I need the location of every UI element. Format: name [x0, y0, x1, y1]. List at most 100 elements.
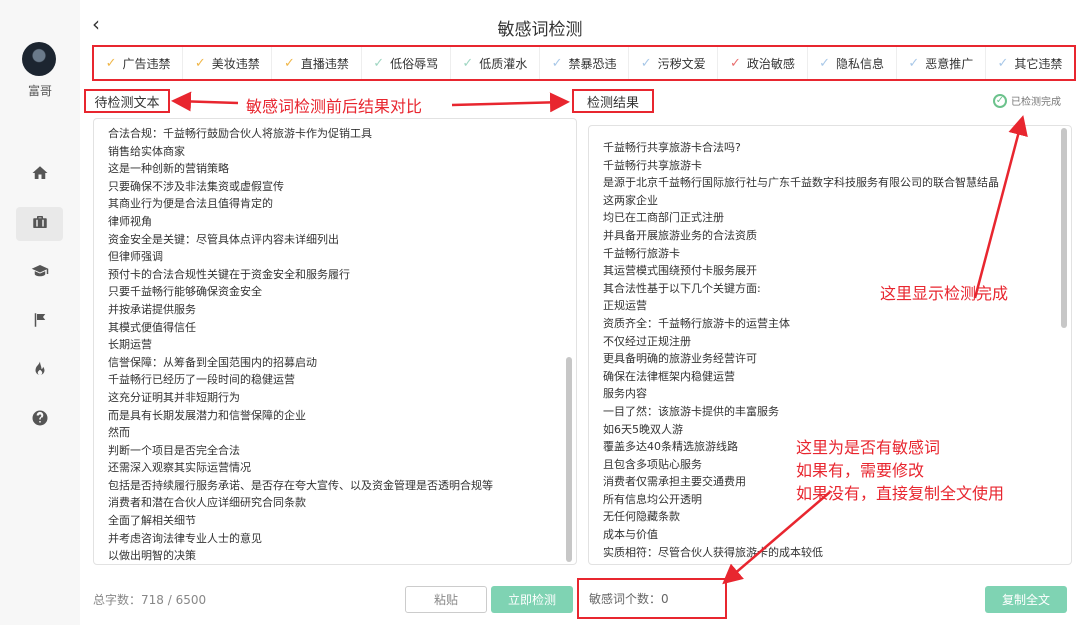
text-line: 确保在法律框架内稳健运营 — [603, 369, 735, 383]
text-line: 资金安全是关键：尽管具体点评内容未详细列出 — [108, 232, 339, 246]
input-text-area[interactable]: 合法合规：千益畅行鼓励合伙人将旅游卡作为促销工具 销售给实体商家这是一种创新的营销… — [93, 118, 577, 565]
text-line: 均已在工商部门正式注册 — [603, 211, 724, 225]
text-line: 消费者和潜在合伙人应详细研究合同条款 — [108, 496, 306, 510]
nav-home[interactable] — [16, 158, 63, 192]
fire-icon — [31, 360, 49, 382]
page-title: 敏感词检测 — [497, 20, 583, 40]
category-toggle[interactable]: ✓ 直播违禁 — [272, 47, 362, 79]
text-line: 千益畅行共享旅游卡合法吗? — [603, 141, 741, 154]
text-line: 而是具有长期发展潜力和信誉保障的企业 — [108, 408, 306, 422]
text-line: 但律师强调 — [108, 250, 163, 264]
briefcase-icon — [31, 213, 49, 235]
char-count: 总字数：718 / 6500 — [93, 593, 207, 607]
text-line: 不仅经过正规注册 — [603, 334, 691, 348]
check-icon: ✓ — [105, 55, 117, 71]
category-label: 低质灌水 — [479, 56, 528, 71]
nav-help[interactable] — [16, 403, 63, 437]
category-toggle[interactable]: ✓ 美妆违禁 — [183, 47, 273, 79]
check-icon: ✓ — [462, 55, 474, 71]
text-line: 并考虑咨询法律专业人士的意见 — [108, 531, 262, 545]
text-line: 一目了然：该旅游卡提供的丰富服务 — [603, 404, 779, 418]
check-icon: ✓ — [819, 55, 831, 71]
help-icon — [31, 409, 49, 431]
category-label: 政治敏感 — [746, 56, 795, 71]
annotation-note-line: 这里为是否有敏感词 — [796, 438, 941, 457]
category-toggle[interactable]: ✓ 禁暴恐违 — [540, 47, 630, 79]
flag-icon — [31, 311, 49, 333]
category-toggle[interactable]: ✓ 低俗辱骂 — [362, 47, 451, 79]
annotation-note: 这里为是否有敏感词 如果有，需要修改 如果没有，直接复制全文使用 — [796, 436, 1004, 505]
category-label: 其它违禁 — [1014, 56, 1063, 71]
detection-status: ✓ 已检测完成 — [993, 93, 1061, 108]
text-line: 其模式便值得信任 — [108, 320, 196, 334]
text-line: 律师视角 — [108, 214, 152, 228]
text-line: 包括是否持续履行服务承诺、是否存在夸大宣传、以及资金管理是否透明合规等 — [108, 478, 493, 492]
category-toggle[interactable]: ✓ 恶意推广 — [897, 47, 986, 79]
arrow-to-result-label — [451, 92, 570, 113]
avatar[interactable] — [22, 42, 56, 76]
text-line: 信誉保障：从筹备到全国范围内的招募启动 — [108, 355, 317, 369]
text-line: 长期运营 — [108, 338, 152, 352]
input-text-content: 合法合规：千益畅行鼓励合伙人将旅游卡作为促销工具 销售给实体商家这是一种创新的营销… — [108, 125, 560, 564]
check-icon: ✓ — [551, 55, 563, 71]
status-text: 已检测完成 — [1011, 97, 1061, 108]
result-scrollbar[interactable] — [1061, 128, 1067, 328]
category-toggle[interactable]: ✓ 广告违禁 — [94, 47, 184, 79]
check-icon: ✓ — [373, 55, 385, 71]
category-toggle[interactable]: ✓ 政治敏感 — [718, 47, 808, 79]
annotation-done: 这里显示检测完成 — [880, 284, 1009, 303]
username: 富哥 — [27, 84, 52, 98]
annotation-note-line: 如果有，需要修改 — [796, 461, 925, 480]
text-line: 更具备明确的旅游业务经营许可 — [603, 352, 757, 366]
text-line: 是源于北京千益畅行国际旅行社与广东千益数字科技服务有限公司的联合智慧结晶 — [603, 176, 999, 190]
text-line: 千益畅行旅游卡 — [603, 246, 680, 260]
nav-flag[interactable] — [16, 305, 63, 339]
text-line: 其运营模式围绕预付卡服务展开 — [603, 264, 757, 278]
check-icon: ✓ — [997, 55, 1009, 71]
nav-briefcase[interactable] — [16, 207, 63, 241]
text-line: 成本与价值 — [603, 528, 658, 542]
category-toggle[interactable]: ✓ 隐私信息 — [808, 47, 897, 79]
text-line: 预付卡的合法合规性关键在于资金安全和服务履行 — [108, 267, 350, 281]
text-line: 销售给实体商家 — [108, 144, 185, 158]
text-line: 这充分证明其并非短期行为 — [108, 390, 240, 404]
input-text-label: 待检测文本 — [84, 89, 170, 113]
graduation-cap-icon — [31, 262, 49, 284]
text-line: 千益畅行已经历了一段时间的稳健运营 — [108, 373, 295, 387]
check-icon: ✓ — [194, 55, 206, 71]
category-toggle[interactable]: ✓ 污秽文爱 — [629, 47, 719, 79]
text-line: 只要确保不涉及非法集资或虚假宣传 — [108, 179, 284, 193]
category-label: 恶意推广 — [925, 56, 974, 71]
copy-all-button[interactable]: 复制全文 — [985, 586, 1067, 613]
annotation-note-line: 如果没有，直接复制全文使用 — [796, 484, 1005, 503]
text-line: 这是一种创新的营销策略 — [108, 162, 229, 176]
text-line: 无任何隐藏条款 — [603, 510, 680, 524]
sidebar: 富哥 — [0, 0, 80, 625]
category-label: 隐私信息 — [836, 56, 885, 71]
nav-fire[interactable] — [16, 354, 63, 388]
detect-button[interactable]: 立即检测 — [491, 586, 573, 613]
check-circle-icon: ✓ — [993, 93, 1007, 108]
text-line: 服务内容 — [603, 387, 647, 401]
nav-graduation[interactable] — [16, 256, 63, 290]
check-icon: ✓ — [640, 55, 652, 71]
category-label: 美妆违禁 — [211, 56, 260, 71]
text-line: 千益畅行共享旅游卡 — [603, 158, 702, 172]
category-label: 广告违禁 — [122, 56, 171, 71]
text-line: 合法合规：千益畅行鼓励合伙人将旅游卡作为促销工具 — [108, 127, 372, 140]
text-line: 全面了解相关细节 — [108, 514, 196, 528]
check-icon: ✓ — [729, 55, 741, 71]
category-label: 直播违禁 — [300, 56, 349, 71]
home-icon — [31, 164, 49, 186]
text-line: 然而 — [108, 426, 130, 440]
check-icon: ✓ — [908, 55, 920, 71]
check-icon: ✓ — [284, 55, 295, 71]
category-toggle[interactable]: ✓ 低质灌水 — [451, 47, 540, 79]
category-bar: ✓ 广告违禁 ✓ 美妆违禁 ✓ 直播违禁 ✓ 低俗辱骂 ✓ 低质灌水 ✓ 禁暴恐违 ✓ 污秽文爱 ✓ 政治敏感… — [92, 45, 1076, 81]
category-toggle[interactable]: ✓ 其它违禁 — [986, 47, 1074, 79]
text-line: 以做出明智的决策 — [108, 549, 196, 563]
sensitive-word-count: 敏感词个数：0 — [577, 578, 727, 619]
paste-button[interactable]: 粘贴 — [405, 586, 487, 613]
input-scrollbar[interactable] — [566, 357, 572, 562]
text-line: 实质相符：尽管合伙人获得旅游卡的成本较低 — [603, 545, 823, 559]
